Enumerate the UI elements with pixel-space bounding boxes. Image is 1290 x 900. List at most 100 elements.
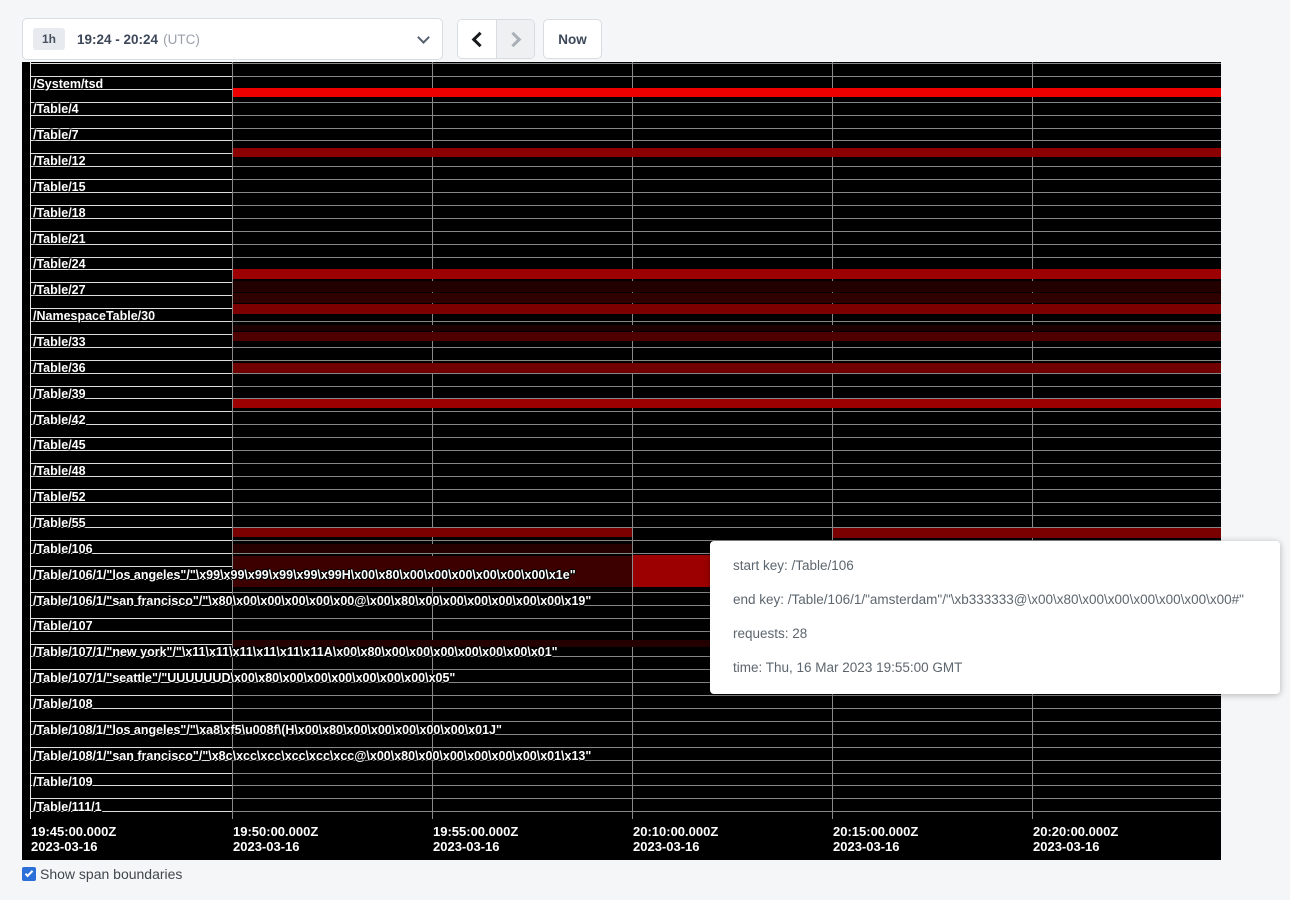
heat-band	[233, 293, 1221, 303]
chevron-left-icon	[471, 31, 487, 47]
heat-band	[233, 528, 632, 537]
x-axis-tick-label: 19:50:00.000Z2023-03-16	[233, 824, 318, 854]
tooltip-line: requests: 28	[733, 617, 1257, 651]
heatmap-row-label: /Table/12	[33, 154, 86, 168]
heatmap-row-label: /Table/36	[33, 361, 86, 375]
heatmap-row-label: /Table/33	[33, 335, 86, 349]
heatmap-row-label: /Table/107/1/"new york"/"\x11\x11\x11\x1…	[33, 645, 558, 659]
horizontal-gridline	[30, 515, 1221, 516]
heatmap-row-label: /Table/108/1/"los angeles"/"\xa8\xf5\u00…	[33, 723, 502, 737]
time-range-duration-badge: 1h	[33, 28, 65, 50]
horizontal-gridline	[30, 463, 1221, 464]
time-range-timezone: (UTC)	[163, 32, 200, 47]
heatmap-row-label: /Table/107/1/"seattle"/"UUUUUUD\x00\x80\…	[33, 671, 455, 685]
heatmap-row-label: /Table/7	[33, 128, 79, 142]
horizontal-gridline	[30, 747, 1221, 748]
horizontal-gridline	[30, 166, 1221, 167]
vertical-gridline	[832, 62, 833, 819]
heatmap-row-label: /Table/48	[33, 464, 86, 478]
horizontal-gridline	[30, 115, 1221, 116]
heatmap-row-label: /Table/111/1	[33, 800, 102, 814]
x-axis-tick-label: 20:15:00.000Z2023-03-16	[833, 824, 918, 854]
heatmap-row-label: /System/tsd	[33, 77, 103, 91]
horizontal-gridline	[30, 140, 1221, 141]
x-axis-tick-label: 19:55:00.000Z2023-03-16	[433, 824, 518, 854]
x-axis-tick-label: 20:10:00.000Z2023-03-16	[633, 824, 718, 854]
heat-band	[233, 88, 1221, 97]
checkmark-icon	[25, 868, 33, 876]
horizontal-gridline	[30, 386, 1221, 387]
heatmap-row-label: /Table/55	[33, 516, 86, 530]
horizontal-gridline	[30, 192, 1221, 193]
now-button[interactable]: Now	[543, 19, 602, 59]
horizontal-gridline	[30, 257, 1221, 258]
horizontal-gridline	[30, 798, 1221, 799]
heatmap-row-label: /Table/18	[33, 206, 86, 220]
x-axis-tick-label: 20:20:00.000Z2023-03-16	[1033, 824, 1118, 854]
vertical-gridline	[632, 62, 633, 819]
footer: Show span boundaries	[22, 866, 182, 882]
heatmap-row-label: /Table/106/1/"los angeles"/"\x99\x99\x99…	[33, 568, 576, 582]
horizontal-gridline	[30, 489, 1221, 490]
heatmap-row-label: /Table/15	[33, 180, 86, 194]
heat-band	[233, 269, 1221, 279]
prev-time-button[interactable]	[458, 20, 496, 58]
horizontal-gridline	[30, 128, 1221, 129]
horizontal-gridline	[30, 721, 1221, 722]
horizontal-gridline	[30, 244, 1221, 245]
horizontal-gridline	[30, 695, 1221, 696]
heatmap-row-label: /Table/52	[33, 490, 86, 504]
horizontal-gridline	[30, 360, 1221, 361]
heatmap-row-label: /Table/106/1/"san francisco"/"\x80\x00\x…	[33, 594, 591, 608]
heatmap-row-label: /Table/42	[33, 413, 86, 427]
chevron-down-icon	[417, 31, 430, 44]
heatmap-row-label: /Table/45	[33, 438, 86, 452]
horizontal-gridline	[30, 102, 1221, 103]
vertical-gridline	[30, 62, 31, 819]
heatmap-row-label: /Table/108	[33, 697, 93, 711]
horizontal-gridline	[30, 76, 1221, 77]
chevron-right-icon	[506, 31, 522, 47]
vertical-gridline	[232, 62, 233, 819]
heatmap-row-label: /Table/107	[33, 619, 93, 633]
show-span-boundaries-label: Show span boundaries	[40, 866, 182, 882]
horizontal-gridline	[30, 424, 1221, 425]
heat-band	[233, 544, 632, 553]
heatmap-row-label: /Table/39	[33, 387, 86, 401]
horizontal-gridline	[30, 63, 1221, 64]
time-nav-group	[457, 19, 535, 59]
heatmap-row-label: /Table/24	[33, 257, 86, 271]
vertical-gridline	[1032, 62, 1033, 819]
next-time-button[interactable]	[496, 20, 534, 58]
heatmap-row-label: /Table/108/1/"san francisco"/"\x8c\xcc\x…	[33, 749, 591, 763]
horizontal-gridline	[30, 205, 1221, 206]
heat-band	[233, 332, 1221, 341]
horizontal-gridline	[30, 476, 1221, 477]
horizontal-gridline	[30, 785, 1221, 786]
heat-band	[233, 304, 1221, 314]
heat-band	[233, 363, 1221, 373]
horizontal-gridline	[30, 347, 1221, 348]
horizontal-gridline	[30, 411, 1221, 412]
horizontal-gridline	[30, 502, 1221, 503]
heatmap-row-label: /NamespaceTable/30	[33, 309, 155, 323]
toolbar: 1h 19:24 - 20:24 (UTC) Now	[0, 0, 1290, 62]
horizontal-gridline	[30, 321, 1221, 322]
key-visualizer-canvas[interactable]: /System/tsd/Table/4/Table/7/Table/12/Tab…	[22, 62, 1221, 860]
span-tooltip: start key: /Table/106end key: /Table/106…	[710, 541, 1280, 694]
tooltip-line: time: Thu, 16 Mar 2023 19:55:00 GMT	[733, 651, 1257, 685]
time-range-text: 19:24 - 20:24	[77, 32, 158, 47]
heat-band	[833, 528, 1221, 538]
time-range-selector[interactable]: 1h 19:24 - 20:24 (UTC)	[22, 18, 443, 60]
heat-band	[233, 325, 1221, 331]
horizontal-gridline	[30, 179, 1221, 180]
heat-band	[233, 399, 1221, 408]
horizontal-gridline	[30, 773, 1221, 774]
heatmap-row-label: /Table/106	[33, 542, 93, 556]
horizontal-gridline	[30, 437, 1221, 438]
horizontal-gridline	[30, 231, 1221, 232]
horizontal-gridline	[30, 811, 1221, 812]
horizontal-gridline	[30, 218, 1221, 219]
horizontal-gridline	[30, 708, 1221, 709]
show-span-boundaries-checkbox[interactable]	[22, 867, 36, 881]
